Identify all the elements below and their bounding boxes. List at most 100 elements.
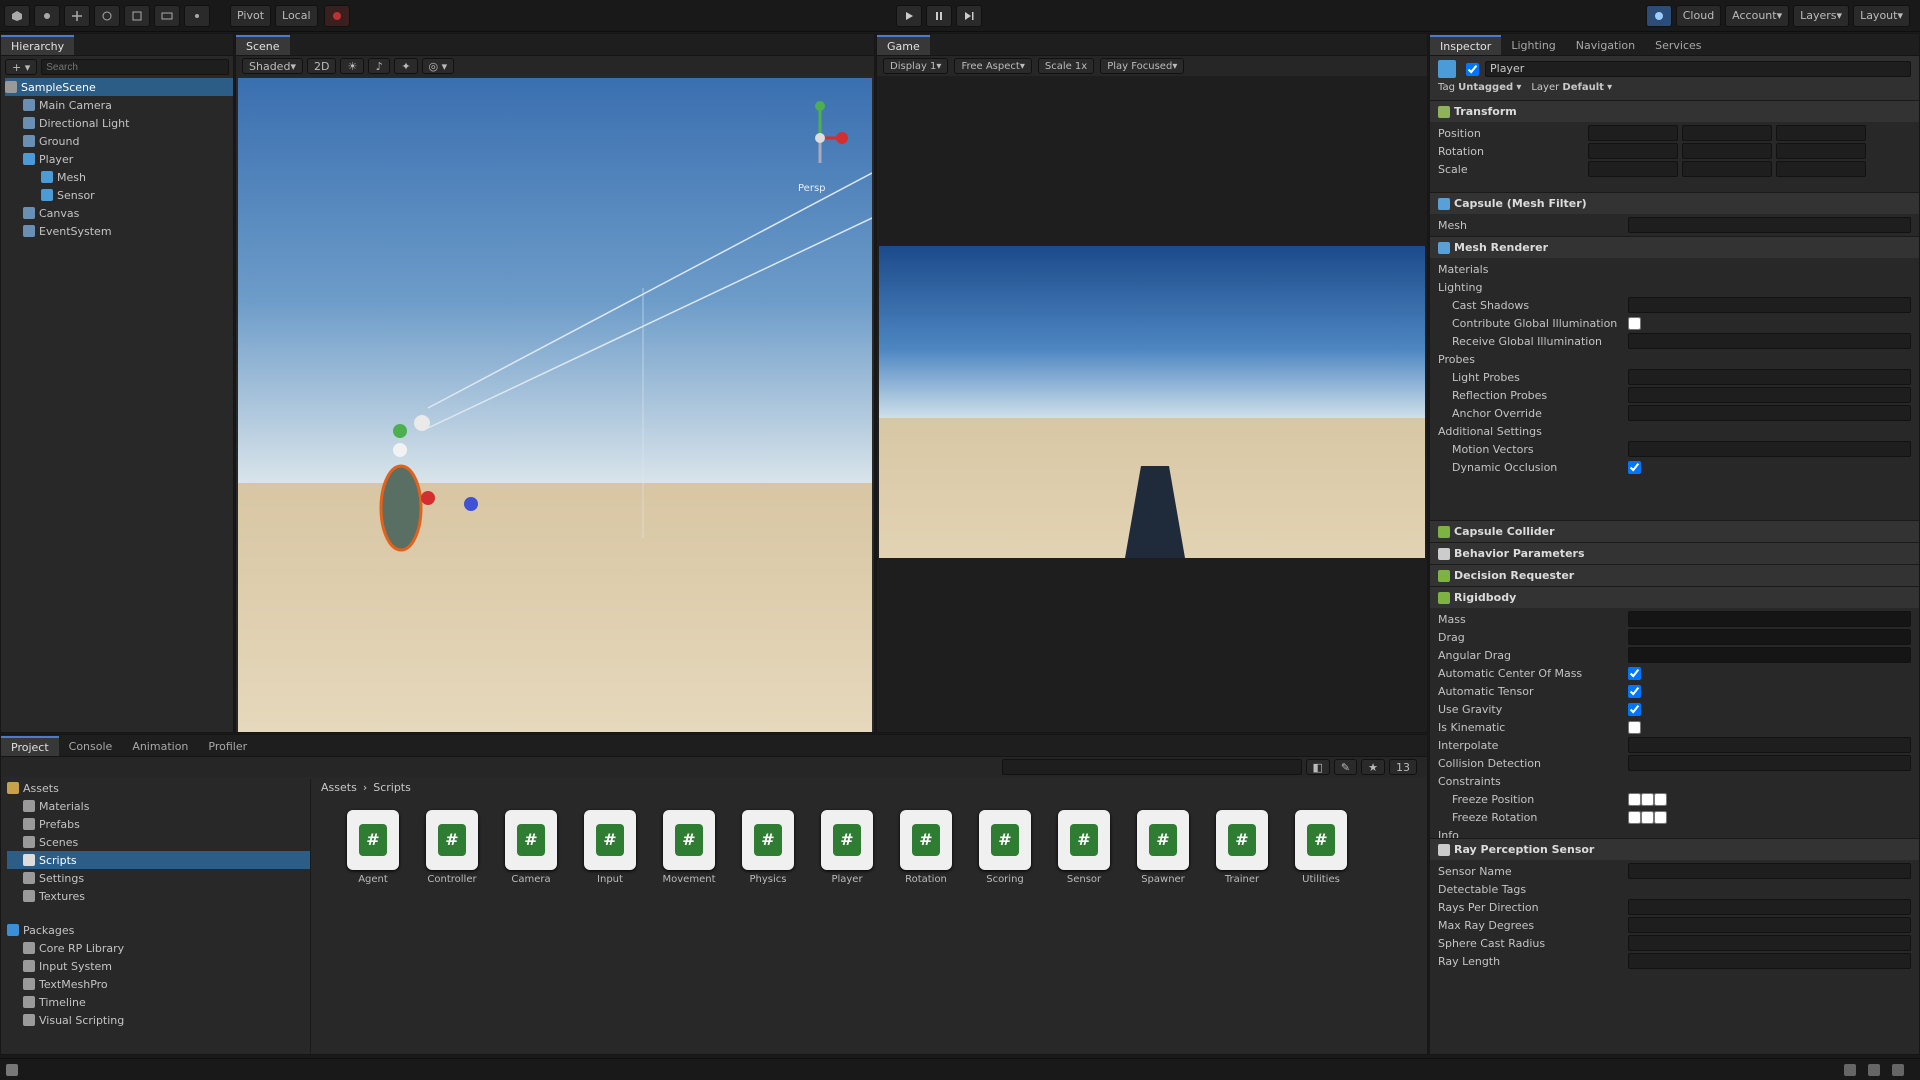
- use-gravity-checkbox[interactable]: [1628, 702, 1641, 716]
- script-asset[interactable]: # Agent: [342, 810, 404, 885]
- script-asset[interactable]: # Player: [816, 810, 878, 885]
- motion-vectors-dropdown[interactable]: [1628, 441, 1911, 457]
- tree-item[interactable]: Input System: [7, 957, 310, 975]
- account-dropdown[interactable]: Account ▾: [1725, 4, 1790, 27]
- script-asset[interactable]: # Rotation: [895, 810, 957, 885]
- pivot-toggle[interactable]: Pivot: [230, 4, 272, 27]
- degrees-slider[interactable]: [1628, 917, 1911, 933]
- x-input[interactable]: [1588, 161, 1678, 177]
- scale-slider[interactable]: Scale 1x: [1037, 58, 1095, 74]
- favorite-icon[interactable]: ★: [1361, 759, 1385, 775]
- move-tool-button[interactable]: [64, 4, 90, 27]
- tree-item[interactable]: Timeline: [7, 993, 310, 1011]
- tab-services[interactable]: Services: [1645, 35, 1711, 55]
- freeze-z-checkbox[interactable]: [1654, 792, 1667, 806]
- tab-navigation[interactable]: Navigation: [1566, 35, 1645, 55]
- layout-dropdown[interactable]: Layout ▾: [1853, 4, 1910, 27]
- script-asset[interactable]: # Physics: [737, 810, 799, 885]
- tab-lighting[interactable]: Lighting: [1501, 35, 1565, 55]
- move-gizmo-center[interactable]: [393, 443, 407, 457]
- receive-gi-dropdown[interactable]: [1628, 333, 1911, 349]
- transform-tool-button[interactable]: [184, 4, 210, 27]
- tab-scene[interactable]: Scene: [236, 35, 290, 55]
- drag-input[interactable]: [1628, 629, 1911, 645]
- tab-hierarchy[interactable]: Hierarchy: [1, 35, 75, 55]
- hand-tool-button[interactable]: [34, 4, 60, 27]
- hierarchy-item[interactable]: EventSystem: [5, 222, 233, 240]
- tree-item[interactable]: TextMeshPro: [7, 975, 310, 993]
- y-input[interactable]: [1682, 125, 1772, 141]
- z-input[interactable]: [1776, 143, 1866, 159]
- filter-type-icon[interactable]: ◧: [1305, 759, 1330, 775]
- project-search-input[interactable]: [1001, 759, 1302, 775]
- mesh-object-field[interactable]: [1628, 217, 1911, 233]
- auto-tensor-checkbox[interactable]: [1628, 684, 1641, 698]
- is-kinematic-checkbox[interactable]: [1628, 720, 1641, 734]
- component-mesh-renderer[interactable]: Mesh Renderer: [1430, 236, 1919, 258]
- script-asset[interactable]: # Trainer: [1211, 810, 1273, 885]
- z-input[interactable]: [1776, 161, 1866, 177]
- hierarchy-item[interactable]: Player: [5, 150, 233, 168]
- component-decision-requester[interactable]: Decision Requester: [1430, 564, 1919, 586]
- field-lighting[interactable]: Lighting: [1438, 278, 1911, 296]
- step-button[interactable]: [956, 4, 982, 27]
- gizmos-dropdown[interactable]: ◎ ▾: [421, 58, 455, 74]
- script-asset[interactable]: # Movement: [658, 810, 720, 885]
- component-capsule-collider[interactable]: Capsule Collider: [1430, 520, 1919, 542]
- field-probes[interactable]: Probes: [1438, 350, 1911, 368]
- collab-icon[interactable]: [323, 4, 350, 27]
- progress-icon[interactable]: [1844, 1063, 1856, 1076]
- light-probes-dropdown[interactable]: [1628, 369, 1911, 385]
- unity-logo-icon[interactable]: [4, 4, 30, 27]
- audio-toggle-icon[interactable]: ♪: [368, 58, 391, 74]
- component-mesh-filter[interactable]: Capsule (Mesh Filter): [1430, 192, 1919, 214]
- freeze-y-checkbox[interactable]: [1641, 792, 1654, 806]
- ray-length-input[interactable]: [1628, 953, 1911, 969]
- sensor-name-input[interactable]: [1628, 863, 1911, 879]
- dynamic-occlusion-checkbox[interactable]: [1628, 460, 1641, 474]
- component-behavior-parameters[interactable]: Behavior Parameters: [1430, 542, 1919, 564]
- notification-icon[interactable]: [1892, 1063, 1904, 1076]
- tab-console[interactable]: Console: [59, 736, 123, 756]
- local-toggle[interactable]: Local: [275, 4, 318, 27]
- auto-com-checkbox[interactable]: [1628, 666, 1641, 680]
- hierarchy-item[interactable]: Main Camera: [5, 96, 233, 114]
- shading-mode-dropdown[interactable]: Shaded ▾: [242, 58, 303, 74]
- field-detectable-tags[interactable]: Detectable Tags: [1438, 880, 1911, 898]
- tree-item[interactable]: Materials: [7, 797, 310, 815]
- hidden-packages-count[interactable]: 13: [1389, 759, 1417, 775]
- contribute-gi-checkbox[interactable]: [1628, 316, 1641, 330]
- pause-button[interactable]: [926, 4, 952, 27]
- tab-inspector[interactable]: Inspector: [1430, 35, 1502, 55]
- debug-icon[interactable]: [1868, 1063, 1880, 1076]
- y-input[interactable]: [1682, 143, 1772, 159]
- rotate-tool-button[interactable]: [94, 4, 120, 27]
- field-materials[interactable]: Materials: [1438, 260, 1911, 278]
- scene-viewport[interactable]: Persp: [238, 78, 872, 732]
- hierarchy-item[interactable]: Sensor: [5, 186, 233, 204]
- layer-dropdown[interactable]: Layer Default ▾: [1531, 82, 1612, 93]
- layers-dropdown[interactable]: Layers ▾: [1793, 4, 1850, 27]
- persp-label[interactable]: Persp: [798, 183, 826, 194]
- hierarchy-item[interactable]: Canvas: [5, 204, 233, 222]
- tree-item[interactable]: Textures: [7, 887, 310, 905]
- tree-item-selected[interactable]: Scripts: [7, 851, 310, 869]
- script-asset[interactable]: # Camera: [500, 810, 562, 885]
- script-asset[interactable]: # Sensor: [1053, 810, 1115, 885]
- component-ray-perception[interactable]: Ray Perception Sensor: [1430, 838, 1919, 860]
- breadcrumb-item[interactable]: Assets: [321, 781, 357, 794]
- script-asset[interactable]: # Controller: [421, 810, 483, 885]
- field-additional-settings[interactable]: Additional Settings: [1438, 422, 1911, 440]
- scale-tool-button[interactable]: [124, 4, 150, 27]
- angular-drag-input[interactable]: [1628, 647, 1911, 663]
- tree-item[interactable]: Visual Scripting: [7, 1011, 310, 1029]
- aspect-dropdown[interactable]: Free Aspect ▾: [954, 58, 1032, 74]
- services-icon[interactable]: [1645, 4, 1672, 27]
- cloud-button[interactable]: Cloud: [1675, 4, 1722, 27]
- freeze-y-checkbox[interactable]: [1641, 810, 1654, 824]
- tree-item[interactable]: Settings: [7, 869, 310, 887]
- breadcrumb-item[interactable]: Scripts: [373, 781, 411, 794]
- hierarchy-item-scene[interactable]: SampleScene: [5, 78, 233, 96]
- tree-item-packages[interactable]: Packages: [7, 921, 310, 939]
- orientation-gizmo[interactable]: [815, 101, 848, 163]
